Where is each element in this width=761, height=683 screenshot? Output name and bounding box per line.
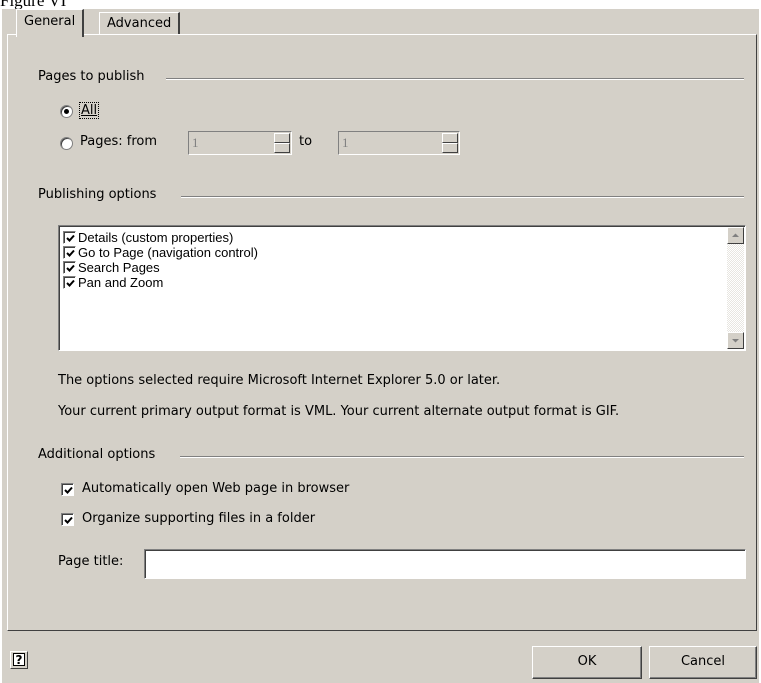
radio-all[interactable]: [60, 105, 73, 118]
ok-button[interactable]: OK: [532, 646, 642, 679]
list-item-label: Pan and Zoom: [78, 275, 164, 290]
list-item-label: Search Pages: [78, 260, 160, 275]
organize-files-label[interactable]: Organize supporting files in a folder: [82, 511, 315, 526]
list-scrollbar[interactable]: [727, 227, 744, 349]
pages-to-spin-down[interactable]: [442, 143, 458, 153]
cancel-button[interactable]: Cancel: [649, 646, 757, 679]
pages-group-separator: [166, 78, 744, 80]
arrow-up-icon: [732, 233, 739, 237]
radio-all-label[interactable]: All: [78, 102, 100, 119]
pages-from-input[interactable]: 1: [188, 131, 292, 155]
list-item-checkbox[interactable]: [63, 231, 76, 244]
list-item-label: Go to Page (navigation control): [78, 245, 258, 260]
general-tab-panel: Pages to publish All Pages: from 1 to 1 …: [7, 34, 757, 631]
help-button[interactable]: ?: [10, 651, 28, 669]
ie-requirement-note: The options selected require Microsoft I…: [58, 373, 501, 388]
list-item[interactable]: Go to Page (navigation control): [63, 245, 258, 260]
scroll-up-button[interactable]: [727, 227, 744, 244]
publish-web-page-dialog: General Advanced Pages to publish All Pa…: [2, 9, 759, 683]
pages-from-spin-down[interactable]: [274, 143, 290, 153]
pages-from-value: 1: [192, 135, 199, 150]
help-icon: ?: [13, 653, 25, 666]
output-format-note: Your current primary output format is VM…: [58, 404, 620, 419]
publishing-options-label: Publishing options: [38, 187, 157, 202]
pages-to-publish-label: Pages to publish: [38, 69, 145, 84]
page-title-input[interactable]: [144, 549, 746, 579]
publishing-group-separator: [181, 196, 744, 198]
list-item-label: Details (custom properties): [78, 230, 234, 245]
auto-open-checkbox[interactable]: [61, 483, 74, 496]
additional-options-label: Additional options: [38, 447, 156, 462]
figure-caption: Figure VI: [0, 0, 67, 10]
auto-open-label[interactable]: Automatically open Web page in browser: [82, 481, 349, 496]
scroll-down-button[interactable]: [727, 332, 744, 349]
list-item[interactable]: Search Pages: [63, 260, 160, 275]
radio-all-dot: [64, 109, 69, 114]
pages-to-input[interactable]: 1: [338, 131, 460, 155]
pages-from-spin-up[interactable]: [274, 133, 290, 143]
arrow-down-icon: [732, 339, 739, 343]
list-item-checkbox[interactable]: [63, 246, 76, 259]
page-title-label: Page title:: [58, 554, 124, 569]
organize-files-checkbox[interactable]: [61, 513, 74, 526]
list-item[interactable]: Pan and Zoom: [63, 275, 163, 290]
pages-to-value: 1: [342, 135, 349, 150]
radio-pages-from[interactable]: [60, 137, 73, 150]
tab-advanced[interactable]: Advanced: [99, 12, 181, 35]
publishing-options-list[interactable]: Details (custom properties) Go to Page (…: [58, 225, 746, 351]
radio-pages-from-label[interactable]: Pages: from: [80, 134, 157, 149]
tab-general[interactable]: General: [16, 9, 85, 37]
list-item[interactable]: Details (custom properties): [63, 230, 233, 245]
additional-group-separator: [180, 456, 744, 458]
list-item-checkbox[interactable]: [63, 261, 76, 274]
pages-to-label: to: [299, 134, 313, 149]
list-item-checkbox[interactable]: [63, 276, 76, 289]
pages-to-spin-up[interactable]: [442, 133, 458, 143]
